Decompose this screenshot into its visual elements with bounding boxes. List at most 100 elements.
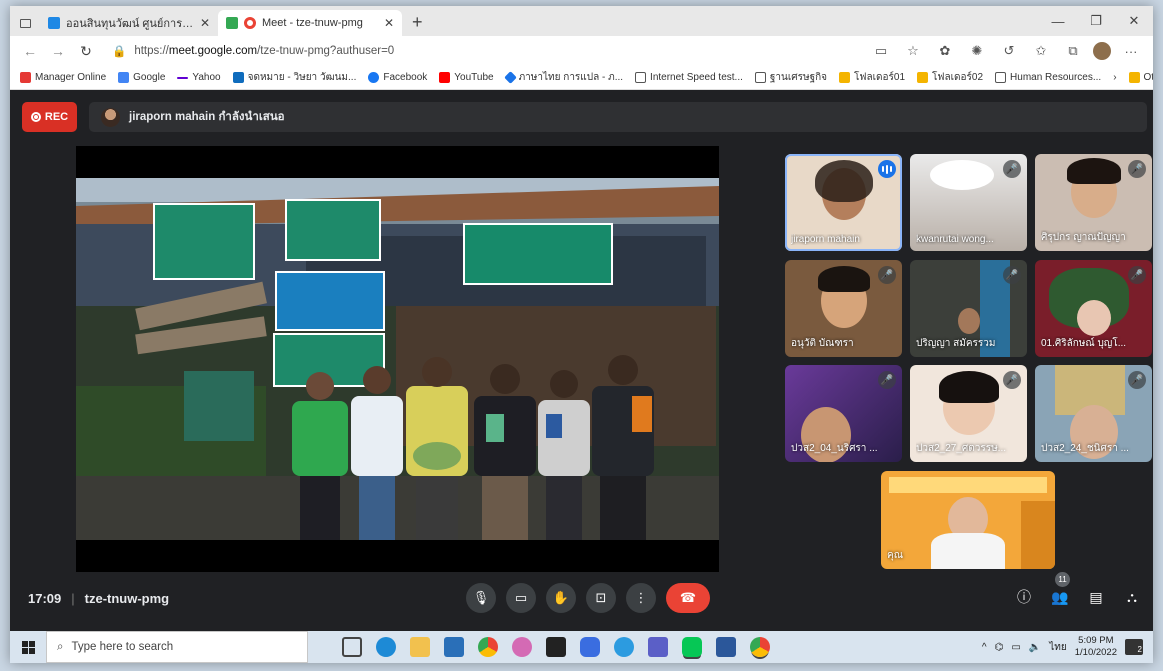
- mic-off-icon: 🎤: [1128, 371, 1146, 389]
- camera-button[interactable]: ▭: [506, 583, 536, 613]
- meeting-info-icon[interactable]: ⓘ: [1015, 588, 1033, 606]
- task-view-icon[interactable]: [342, 637, 362, 657]
- bookmark-item[interactable]: โฟลเดอร์01: [839, 70, 905, 85]
- participant-tile[interactable]: 🎤 ปวส2_24_ชนิศรา ...: [1035, 365, 1152, 462]
- network-icon[interactable]: ⌬: [995, 642, 1004, 653]
- extension-icon[interactable]: ✿: [933, 43, 957, 59]
- teams-icon[interactable]: [648, 637, 668, 657]
- volume-icon[interactable]: 🔈: [1029, 642, 1041, 653]
- display-icon[interactable]: ▭: [1011, 642, 1020, 653]
- microphone-button[interactable]: 🎙: [466, 583, 496, 613]
- mic-off-icon: 🎤: [1128, 160, 1146, 178]
- close-tab-icon[interactable]: ✕: [200, 16, 210, 30]
- mail-app-icon[interactable]: [444, 637, 464, 657]
- bookmark-item[interactable]: ฐานเศรษฐกิจ: [754, 70, 827, 85]
- reload-icon[interactable]: ↻: [76, 43, 96, 60]
- tab-actions-button[interactable]: [10, 10, 40, 36]
- activities-icon[interactable]: ⛬: [1123, 588, 1141, 606]
- notification-center-icon[interactable]: 2: [1125, 639, 1143, 655]
- participant-name: kwanrutai wong...: [916, 234, 994, 245]
- chat-icon[interactable]: ▤: [1087, 588, 1105, 606]
- participant-name: jiraporn mahain: [791, 234, 860, 245]
- start-button[interactable]: [10, 640, 46, 654]
- self-view-tile[interactable]: คุณ: [881, 471, 1055, 569]
- participant-tile[interactable]: 🎤 ปวส2_04_นริศรา ...: [785, 365, 902, 462]
- folder-icon: [1128, 72, 1140, 83]
- store-icon[interactable]: [546, 637, 566, 657]
- page-icon: [754, 72, 766, 83]
- participant-tile[interactable]: 🎤 อนุวัติ บัณฑรา: [785, 260, 902, 357]
- translate-icon: [503, 71, 517, 84]
- taskbar-search[interactable]: ⌕ Type here to search: [46, 631, 308, 663]
- minimize-icon[interactable]: —: [1039, 14, 1077, 29]
- bookmark-favicon-icon: [20, 72, 31, 83]
- meeting-details: 17:09 | tze-tnuw-pmg: [28, 591, 170, 606]
- people-icon[interactable]: 👥 11: [1051, 572, 1070, 606]
- forward-arrow-icon[interactable]: →: [48, 43, 68, 59]
- bookmark-item[interactable]: ภาษาไทย การแปล - ภ...: [503, 70, 623, 85]
- leave-call-button[interactable]: ☎: [666, 583, 710, 613]
- bookmarks-bar: Manager Online Google Yahoo จดหมาย - วิษ…: [10, 66, 1153, 90]
- profile-avatar[interactable]: [1093, 42, 1111, 60]
- file-explorer-icon[interactable]: [410, 637, 430, 657]
- presentation-screen[interactable]: [76, 146, 719, 572]
- bookmark-item[interactable]: จดหมาย - วิษยา วัฒนม...: [232, 70, 356, 85]
- new-tab-button[interactable]: +: [402, 10, 433, 36]
- present-button[interactable]: ⊡: [586, 583, 616, 613]
- chrome-icon[interactable]: [478, 637, 498, 657]
- participant-count-badge: 11: [1055, 572, 1070, 587]
- mic-off-icon: 🎤: [1003, 266, 1021, 284]
- bookmark-item[interactable]: โฟลเดอร์02: [917, 70, 983, 85]
- more-menu-icon[interactable]: ···: [1119, 44, 1143, 59]
- bookmark-item[interactable]: Human Resources...: [995, 72, 1101, 83]
- participant-tile[interactable]: jiraporn mahain: [785, 154, 902, 251]
- camera-in-use-icon[interactable]: ▭: [869, 43, 893, 59]
- other-favorites[interactable]: ›Other favorites: [1113, 72, 1153, 83]
- raise-hand-button[interactable]: ✋: [546, 583, 576, 613]
- more-options-button[interactable]: ⋮: [626, 583, 656, 613]
- participant-name: ปวส2_24_ชนิศรา ...: [1041, 443, 1129, 454]
- collections-icon[interactable]: ⧉: [1061, 43, 1085, 59]
- favorite-star-icon[interactable]: ☆: [901, 43, 925, 59]
- bookmark-item[interactable]: YouTube: [439, 72, 494, 83]
- restore-icon[interactable]: ❐: [1077, 13, 1115, 29]
- participant-tile[interactable]: 🎤 ศิรุปกร ญาณปัญญา: [1035, 154, 1152, 251]
- participant-tile[interactable]: 🎤 ปริญญา สมัครรวม: [910, 260, 1027, 357]
- edge-beta-icon[interactable]: [614, 637, 634, 657]
- bookmark-item[interactable]: Manager Online: [20, 72, 106, 83]
- back-arrow-icon[interactable]: ←: [20, 43, 40, 59]
- edge-icon[interactable]: [376, 637, 396, 657]
- chrome-active-icon[interactable]: [750, 637, 770, 657]
- mic-off-icon: 🎤: [878, 371, 896, 389]
- participant-tile[interactable]: 🎤 kwanrutai wong...: [910, 154, 1027, 251]
- participant-tile[interactable]: 🎤 ปวส2_27_ศตวรรษ...: [910, 365, 1027, 462]
- bookmark-item[interactable]: Google: [118, 72, 165, 83]
- presenting-banner: jiraporn mahain กำลังนำเสนอ: [89, 102, 1147, 132]
- participant-tile[interactable]: 🎤 01.ศิริลักษณ์ บุญโ...: [1035, 260, 1152, 357]
- rec-label: REC: [44, 111, 69, 123]
- browser-tab-2[interactable]: Meet - tze-tnuw-pmg ✕: [218, 10, 402, 36]
- url-field[interactable]: 🔒 https://meet.google.com/tze-tnuw-pmg?a…: [104, 40, 861, 62]
- chevron-up-icon[interactable]: ^: [982, 642, 987, 653]
- close-window-icon[interactable]: ✕: [1115, 13, 1153, 29]
- favorites-icon[interactable]: ✩: [1029, 43, 1053, 59]
- facebook-icon: [368, 72, 380, 83]
- bookmark-item[interactable]: Internet Speed test...: [635, 72, 743, 83]
- close-tab-icon[interactable]: ✕: [384, 16, 394, 30]
- microphone-icon: 🎙: [472, 590, 490, 605]
- tab-title: Meet - tze-tnuw-pmg: [262, 17, 363, 29]
- word-icon[interactable]: [716, 637, 736, 657]
- line-icon[interactable]: [682, 637, 702, 657]
- browser-tab-1[interactable]: ออนสินทุนวัฒน์ ศูนย์การเรียนรู้ชุมชนของ …: [40, 10, 218, 36]
- paint-icon[interactable]: [512, 637, 532, 657]
- meeting-side-controls: ⓘ 👥 11 ▤ ⛬: [1015, 572, 1141, 606]
- recording-badge[interactable]: REC: [22, 102, 77, 132]
- input-language[interactable]: ไทย: [1049, 640, 1066, 655]
- zoom-icon[interactable]: [580, 637, 600, 657]
- bookmark-item[interactable]: Yahoo: [177, 72, 221, 83]
- extension-gear-icon[interactable]: ✺: [965, 43, 989, 59]
- bookmark-item[interactable]: Facebook: [368, 72, 427, 83]
- plus-icon: +: [412, 12, 423, 32]
- refresh-extension-icon[interactable]: ↺: [997, 43, 1021, 59]
- taskbar-clock[interactable]: 5:09 PM 1/10/2022: [1075, 635, 1117, 659]
